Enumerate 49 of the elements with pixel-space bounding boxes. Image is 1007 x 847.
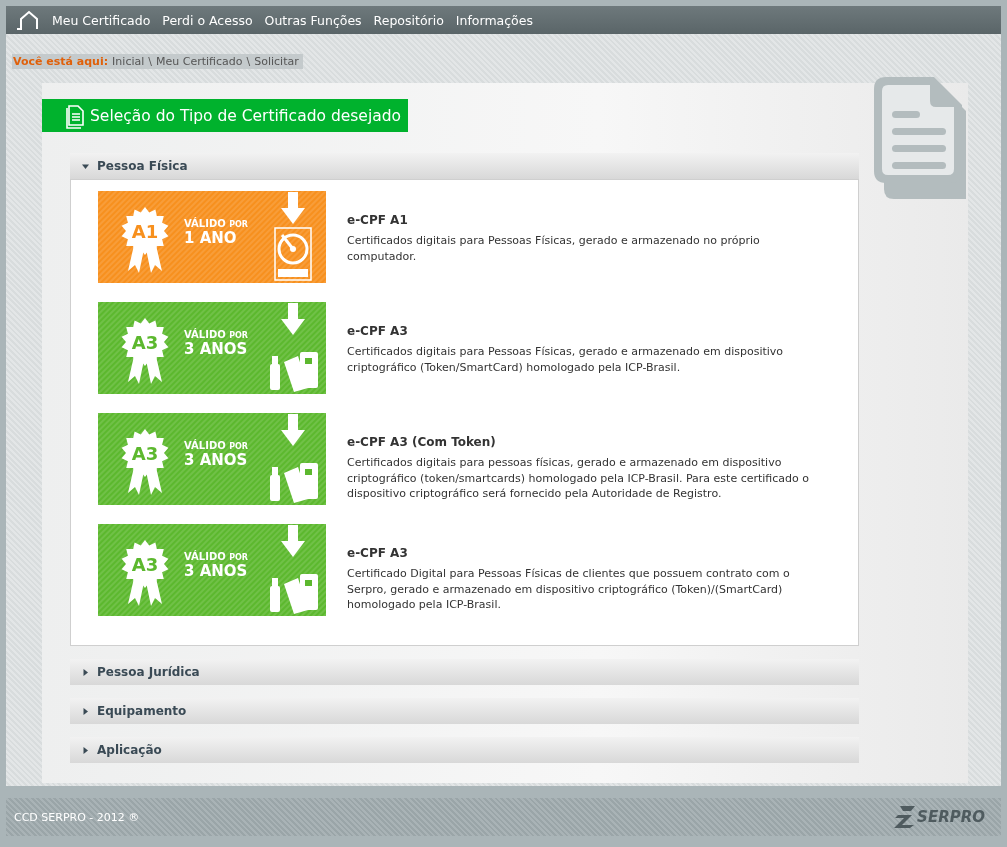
accordion-header[interactable]: Aplicação: [70, 737, 859, 763]
validity-label: VÁLIDO POR: [184, 551, 248, 562]
nav-link[interactable]: Meu Certificado: [52, 12, 151, 28]
accordion-title: Aplicação: [97, 743, 162, 757]
accordion-title: Pessoa Jurídica: [97, 665, 200, 679]
triangle-icon: [82, 746, 89, 754]
validity-duration: 3 ANOS: [184, 340, 248, 358]
certificate-description: Certificado Digital para Pessoas Físicas de clientes que possuem contrato com o Serpro, gerado e armazenado em dispositivo criptográfico (Token)/(SmartCard) homologado pela ICP-Brasil.: [347, 566, 791, 613]
down-arrow-icon: [281, 303, 305, 335]
certificate-name: e-CPF A3: [347, 546, 409, 560]
home-icon[interactable]: [16, 10, 40, 30]
certificate-name: e-CPF A3 (Com Token): [347, 435, 497, 449]
accordion-header[interactable]: Equipamento: [70, 698, 859, 724]
triangle-icon: [82, 668, 89, 676]
certificate-description: Certificados digitais para Pessoas Físicas, gerado e armazenado no próprio computador.: [347, 233, 761, 264]
accordion-title: Equipamento: [97, 704, 187, 718]
breadcrumb-link[interactable]: Solicitar: [254, 55, 299, 68]
nav-link[interactable]: Repositório: [373, 12, 444, 28]
nav-link[interactable]: Perdi o Acesso: [162, 12, 253, 28]
down-arrow-icon: [281, 192, 305, 224]
logo-text: SERPRO: [917, 808, 985, 826]
breadcrumb-link[interactable]: Meu Certificado: [156, 55, 243, 68]
triangle-icon: [82, 162, 89, 170]
document-icon: [64, 102, 86, 129]
certificate-name: e-CPF A3: [347, 324, 409, 338]
nav-link[interactable]: Informações: [455, 12, 533, 28]
down-arrow-icon: [281, 525, 305, 557]
validity-duration: 1 ANO: [184, 229, 237, 247]
accordion-title: Pessoa Física: [97, 159, 188, 173]
breadcrumb-separator: \: [246, 55, 251, 68]
accordion-header[interactable]: Pessoa Física: [70, 153, 859, 179]
accordion-header[interactable]: Pessoa Jurídica: [70, 659, 859, 685]
validity-duration: 3 ANOS: [184, 451, 248, 469]
breadcrumb-label: Você está aqui:: [13, 55, 109, 68]
breadcrumb-separator: \: [148, 55, 152, 68]
down-arrow-icon: [281, 414, 305, 446]
triangle-icon: [82, 707, 89, 715]
copyright-text: CCD SERPRO - 2012 ®: [14, 810, 140, 824]
nav-link[interactable]: Outras Funções: [264, 12, 362, 28]
certificate-name: e-CPF A1: [347, 213, 409, 227]
validity-duration: 3 ANOS: [184, 562, 248, 580]
validity-label: VÁLIDO POR: [184, 218, 248, 229]
validity-label: VÁLIDO POR: [184, 329, 248, 340]
breadcrumb-link[interactable]: Inicial: [112, 55, 145, 68]
logo-mark-icon: [894, 805, 917, 829]
certificate-description: Certificados digitais para Pessoas Físicas, gerado e armazenado em dispositivo criptográfico (Token/SmartCard) homologado pela ICP-Brasil.: [347, 344, 785, 375]
certificate-description: Certificados digitais para pessoas físicas, gerado e armazenado em dispositivo criptográfico (token/smartcards) homologado pela ICP-Brasil. Para este certificado o dispositivo criptográfico será fornecido pela Autoridade de Registro.: [347, 455, 811, 502]
validity-label: VÁLIDO POR: [184, 440, 248, 451]
page-title: Seleção do Tipo de Certificado desejado: [90, 106, 401, 125]
